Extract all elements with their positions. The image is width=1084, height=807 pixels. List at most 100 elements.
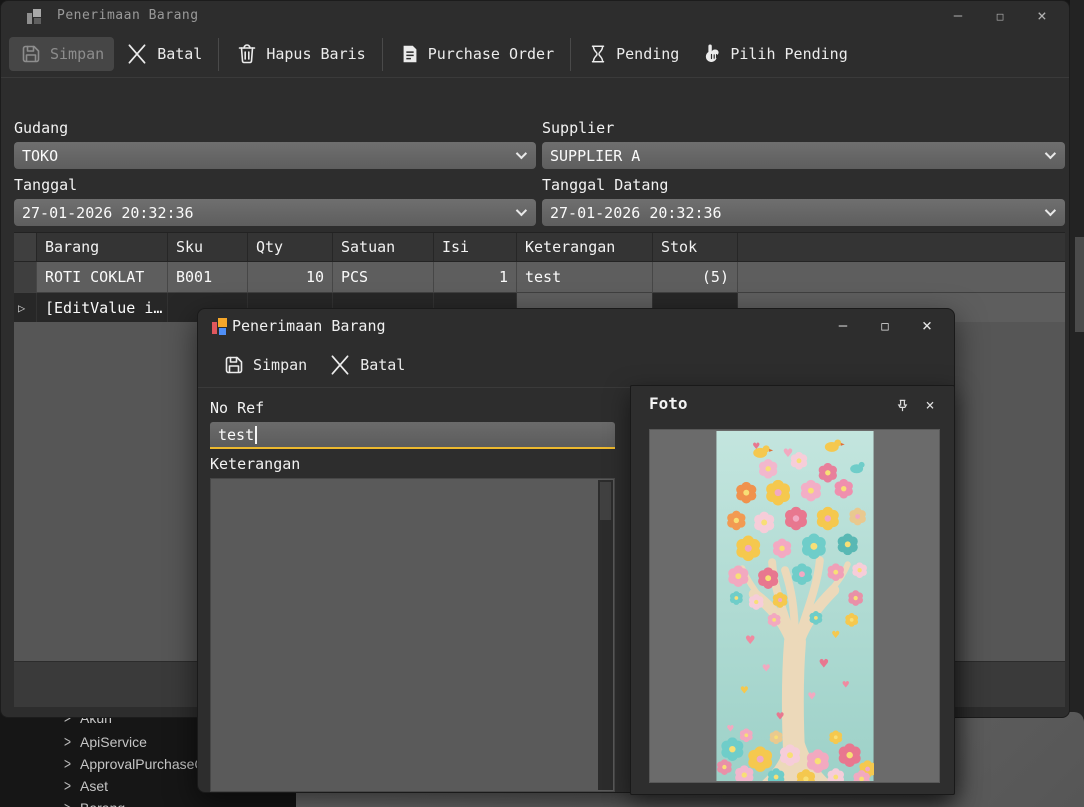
- chevron-down-icon: [1045, 205, 1056, 216]
- cancel-icon: [124, 41, 150, 67]
- chevron-right-icon: >: [64, 733, 71, 751]
- tanggal-datang-combo[interactable]: 27-01-2026 20:32:36: [542, 199, 1065, 226]
- grid-column-filler: [738, 233, 1065, 261]
- dialog-titlebar[interactable]: Penerimaan Barang – □ ×: [198, 309, 954, 343]
- toolbar-separator: [570, 38, 571, 71]
- maximize-button[interactable]: □: [864, 320, 906, 332]
- close-icon[interactable]: ×: [920, 395, 940, 415]
- batal-button[interactable]: Batal: [114, 36, 212, 72]
- keterangan-textarea[interactable]: [210, 478, 615, 792]
- simpan-button[interactable]: Simpan: [9, 37, 114, 71]
- purchase-order-label: Purchase Order: [428, 45, 554, 63]
- grid-column-qty[interactable]: Qty: [248, 233, 333, 261]
- tree-item-aset[interactable]: > Aset: [64, 776, 108, 796]
- document-icon: [399, 43, 421, 65]
- cell-sku[interactable]: B001: [168, 262, 248, 293]
- grid-column-satuan[interactable]: Satuan: [333, 233, 434, 261]
- keterangan-label: Keterangan: [210, 455, 300, 473]
- svg-text:♥: ♥: [739, 686, 748, 697]
- tree-item-label: Aset: [80, 778, 108, 794]
- row-indicator: [14, 262, 37, 293]
- pending-button[interactable]: Pending: [577, 38, 689, 70]
- cell-isi[interactable]: 1: [434, 262, 517, 293]
- grid-column-keterangan[interactable]: Keterangan: [517, 233, 653, 261]
- dialog-batal-button[interactable]: Batal: [317, 347, 415, 383]
- svg-text:♥: ♥: [841, 681, 849, 691]
- foto-panel-header[interactable]: Foto ×: [631, 386, 954, 424]
- supplier-value: SUPPLIER A: [542, 147, 640, 165]
- chevron-down-icon: [516, 148, 527, 159]
- purchase-order-button[interactable]: Purchase Order: [389, 38, 564, 70]
- minimize-button[interactable]: –: [937, 9, 979, 23]
- dialog-toolbar: Simpan Batal: [198, 343, 954, 387]
- gudang-combo[interactable]: TOKO: [14, 142, 536, 169]
- hand-pointer-icon: [699, 42, 723, 66]
- no-ref-label: No Ref: [210, 399, 264, 417]
- scrollbar-thumb[interactable]: [600, 482, 611, 520]
- close-button[interactable]: ×: [1021, 8, 1063, 24]
- cell-keterangan[interactable]: test: [517, 262, 653, 293]
- background-window-edge: [1070, 0, 1084, 718]
- desktop: > Akun > ApiService > ApprovalPurchaseO …: [0, 0, 1084, 807]
- save-icon: [222, 353, 246, 377]
- grid-column-barang[interactable]: Barang: [37, 233, 168, 261]
- edit-row-text[interactable]: [EditValue i…: [37, 293, 168, 322]
- gudang-value: TOKO: [14, 147, 58, 165]
- grid-header: Barang Sku Qty Satuan Isi Keterangan Sto…: [14, 232, 1065, 262]
- chevron-down-icon: [1045, 148, 1056, 159]
- supplier-combo[interactable]: SUPPLIER A: [542, 142, 1065, 169]
- grid-column-stok[interactable]: Stok: [653, 233, 738, 261]
- grid-column-sku[interactable]: Sku: [168, 233, 248, 261]
- tanggal-datang-value: 27-01-2026 20:32:36: [542, 204, 722, 222]
- tree-item-barang[interactable]: > Barang: [64, 798, 125, 807]
- pilih-pending-button[interactable]: Pilih Pending: [689, 37, 857, 71]
- svg-text:♥: ♥: [782, 446, 793, 460]
- supplier-label: Supplier: [542, 119, 614, 137]
- grid-row-1[interactable]: ROTI COKLAT B001 10 PCS 1 test (5): [14, 262, 1065, 293]
- tanggal-value: 27-01-2026 20:32:36: [14, 204, 194, 222]
- app-icon: [212, 318, 227, 334]
- chevron-right-icon: >: [64, 755, 71, 773]
- chevron-down-icon: [516, 205, 527, 216]
- cell-qty[interactable]: 10: [248, 262, 333, 293]
- cell-stok[interactable]: (5): [653, 262, 738, 293]
- main-toolbar: Simpan Batal Hapus Baris: [1, 31, 1069, 78]
- app-icon: [27, 9, 42, 24]
- svg-text:♥: ♥: [726, 724, 734, 734]
- hapus-baris-button[interactable]: Hapus Baris: [225, 37, 375, 71]
- svg-text:♥: ♥: [807, 691, 816, 702]
- grid-column-isi[interactable]: Isi: [434, 233, 517, 261]
- tree-item-apiservice[interactable]: > ApiService: [64, 732, 147, 752]
- minimize-button[interactable]: –: [822, 319, 864, 333]
- tree-item-approvalpurchase[interactable]: > ApprovalPurchaseO: [64, 754, 205, 774]
- pin-icon[interactable]: [892, 395, 912, 415]
- gudang-label: Gudang: [14, 119, 68, 137]
- batal-label: Batal: [157, 45, 202, 63]
- dialog-simpan-label: Simpan: [253, 356, 307, 374]
- main-window-title: Penerimaan Barang: [57, 8, 199, 23]
- foto-panel-title: Foto: [649, 394, 688, 413]
- cell-filler: [738, 262, 1065, 293]
- tanggal-label: Tanggal: [14, 176, 77, 194]
- foto-canvas: ♥ ♥ ♥ ♥ ♥ ♥ ♥ ♥ ♥ ♥ ♥: [649, 429, 940, 783]
- tanggal-combo[interactable]: 27-01-2026 20:32:36: [14, 199, 536, 226]
- dialog-title: Penerimaan Barang: [232, 317, 386, 335]
- main-window-titlebar[interactable]: Penerimaan Barang – □ ×: [1, 1, 1069, 31]
- close-button[interactable]: ×: [906, 318, 948, 335]
- tree-item-label: ApprovalPurchaseO: [80, 756, 205, 772]
- tree-item-label: ApiService: [80, 734, 147, 750]
- background-scrollbar-fragment: [1075, 237, 1084, 332]
- cell-barang[interactable]: ROTI COKLAT: [37, 262, 168, 293]
- dialog-simpan-button[interactable]: Simpan: [212, 348, 317, 382]
- chevron-right-icon: >: [64, 777, 71, 795]
- tree-item-label: Barang: [80, 800, 125, 807]
- no-ref-input[interactable]: test: [210, 422, 615, 449]
- cell-satuan[interactable]: PCS: [333, 262, 434, 293]
- cancel-icon: [327, 352, 353, 378]
- pilih-pending-label: Pilih Pending: [730, 45, 847, 63]
- textarea-scrollbar[interactable]: [598, 480, 613, 790]
- maximize-button[interactable]: □: [979, 11, 1021, 22]
- toolbar-separator: [382, 38, 383, 71]
- chevron-right-icon: >: [64, 799, 71, 807]
- svg-text:♥: ♥: [761, 664, 770, 675]
